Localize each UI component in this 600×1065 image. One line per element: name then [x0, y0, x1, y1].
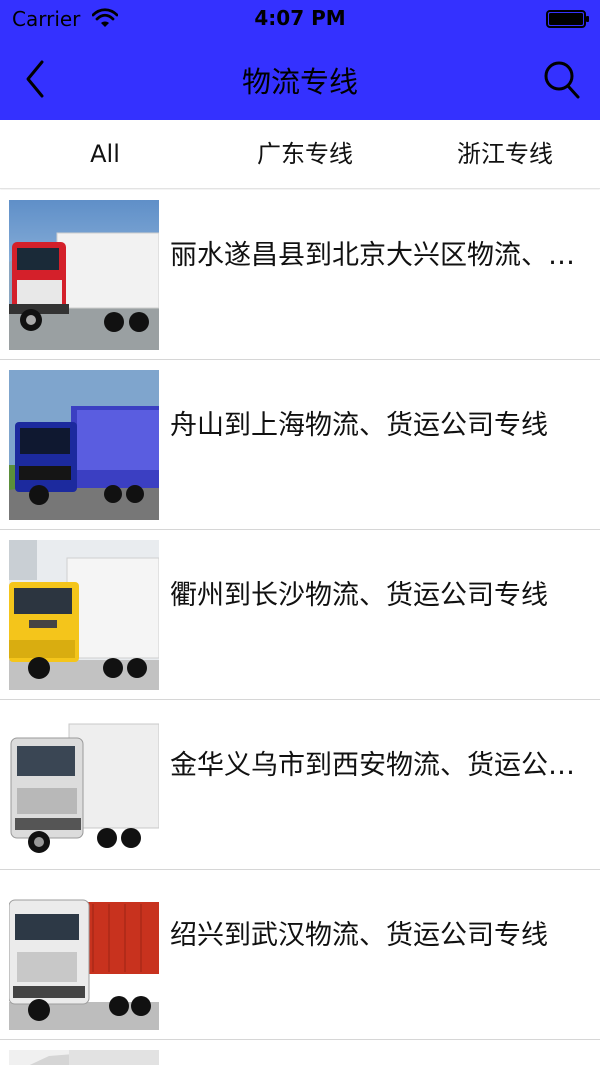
page-title: 物流专线 [241, 65, 358, 99]
list-item[interactable]: 衢州到长沙物流、货运公司专线 [0, 530, 600, 700]
list-item[interactable]: 金华义乌市到西安物流、货运公司专线 [0, 700, 600, 870]
truck-blue-photo [9, 370, 159, 520]
app-header: Carrier 4:07 PM 物流专线 [0, 0, 600, 120]
clock: 4:07 PM [254, 6, 346, 30]
truck-white-red-container-photo [9, 880, 159, 1030]
tab-guangdong[interactable]: 广东专线 [205, 120, 405, 188]
route-title: 金华义乌市到西安物流、货运公司专线 [170, 750, 590, 781]
nav-bar: 物流专线 [0, 40, 600, 120]
route-title: 绍兴到武汉物流、货运公司专线 [170, 920, 548, 951]
truck-thumbnail [9, 200, 159, 350]
status-bar: Carrier 4:07 PM [0, 0, 600, 40]
tab-bar: All 广东专线 浙江专线 [0, 120, 600, 189]
route-title: 衢州到长沙物流、货运公司专线 [170, 580, 548, 611]
tab-all[interactable]: All [5, 120, 205, 188]
truck-thumbnail [9, 1050, 159, 1065]
search-button[interactable] [542, 58, 582, 100]
list-item[interactable]: 丽水遂昌县到北京大兴区物流、货运公司专线 [0, 190, 600, 360]
list-item[interactable]: 绍兴到武汉物流、货运公司专线 [0, 870, 600, 1040]
truck-photo [9, 1050, 159, 1065]
route-title: 舟山到上海物流、货运公司专线 [170, 410, 548, 441]
truck-red-photo [9, 200, 159, 350]
list-item[interactable] [0, 1040, 600, 1065]
search-icon [544, 61, 580, 99]
tab-zhejiang[interactable]: 浙江专线 [405, 120, 600, 188]
truck-thumbnail [9, 710, 159, 860]
route-list: 丽水遂昌县到北京大兴区物流、货运公司专线 舟山到上海物流、货运公司专线 [0, 190, 600, 1065]
truck-thumbnail [9, 540, 159, 690]
screen: Carrier 4:07 PM 物流专线 All 广东专线 浙江专线 丽水遂昌县… [0, 0, 600, 1065]
truck-thumbnail [9, 880, 159, 1030]
list-item[interactable]: 舟山到上海物流、货运公司专线 [0, 360, 600, 530]
truck-thumbnail [9, 370, 159, 520]
route-title: 丽水遂昌县到北京大兴区物流、货运公司专线 [170, 240, 590, 271]
battery-icon [546, 10, 589, 28]
truck-white-photo [9, 710, 159, 860]
truck-yellow-photo [9, 540, 159, 690]
